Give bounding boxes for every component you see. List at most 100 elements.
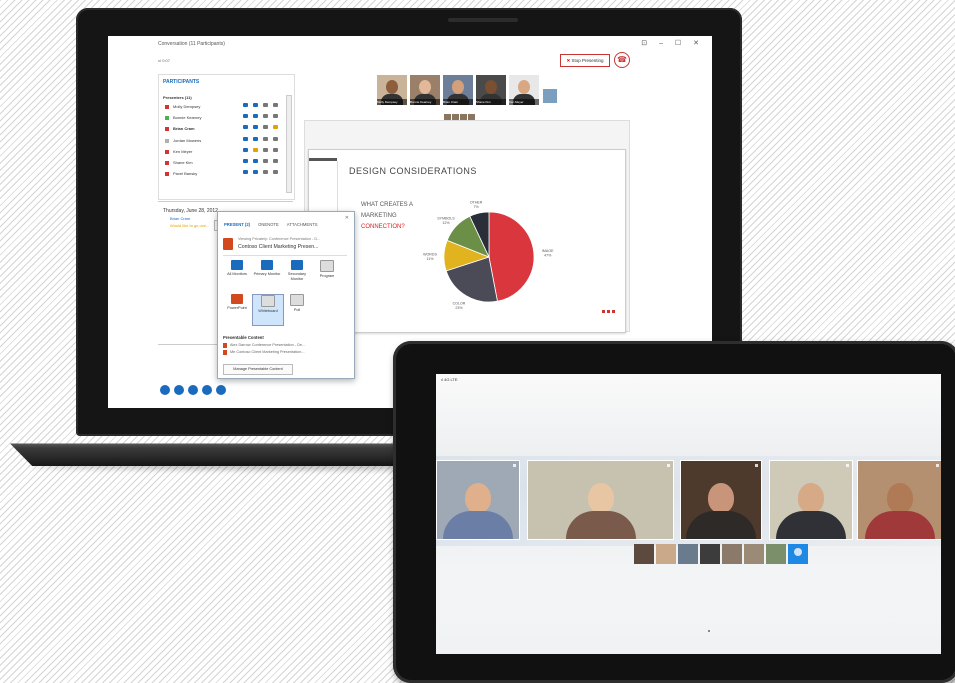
video-thumbnail[interactable]: Shane Kim bbox=[475, 74, 507, 106]
video-thumbnail[interactable]: Molly Dempsey bbox=[376, 74, 408, 106]
roster-thumb[interactable] bbox=[722, 544, 742, 564]
presence-indicator bbox=[165, 116, 169, 121]
share-option-label: Whiteboard bbox=[258, 309, 278, 313]
participant-modality-icons bbox=[243, 125, 287, 131]
pie-value-other: 7% bbox=[474, 205, 480, 209]
video-thumbnail-label: Molly Dempsey bbox=[377, 99, 407, 105]
participant-body bbox=[686, 511, 756, 539]
presence-indicator bbox=[165, 127, 169, 132]
participant-body bbox=[776, 511, 846, 539]
avatar bbox=[452, 80, 464, 94]
avatar bbox=[419, 80, 431, 94]
avatar bbox=[518, 80, 530, 94]
pie-label-color: COLOR bbox=[453, 301, 466, 305]
participant-row[interactable]: Molly Dempsey bbox=[163, 102, 287, 113]
share-option-all-monitors[interactable]: All Monitors bbox=[222, 260, 252, 277]
modality-icon bbox=[243, 158, 248, 163]
participant-name: Molly Dempsey bbox=[173, 104, 201, 109]
viewing-title[interactable]: Contoso Client Marketing Presen... bbox=[238, 244, 318, 250]
share-option-powerpoint[interactable]: PowerPoint bbox=[222, 294, 252, 324]
floor-reflection bbox=[436, 564, 941, 654]
modality-icon bbox=[263, 125, 268, 130]
monitor-icon bbox=[231, 260, 243, 270]
presentable-item[interactable]: Me Contoso Client Marketing Presentation… bbox=[223, 350, 305, 355]
roster-thumb[interactable] bbox=[678, 544, 698, 564]
participant-name: Brian Cram bbox=[173, 126, 195, 132]
tab-onenote[interactable]: ONENOTE bbox=[258, 222, 279, 227]
participant-video bbox=[443, 483, 513, 539]
stop-presenting-label: Stop Presenting bbox=[571, 58, 604, 63]
participant-video bbox=[865, 483, 935, 539]
participants-header: PARTICIPANTS bbox=[163, 79, 200, 85]
video-indicator bbox=[755, 464, 758, 467]
video-indicator bbox=[667, 464, 670, 467]
slide-title: DESIGN CONSIDERATIONS bbox=[349, 166, 477, 176]
video-tile[interactable] bbox=[436, 460, 520, 540]
modality-icon bbox=[263, 103, 268, 107]
modality-icon bbox=[253, 125, 258, 130]
im-icon[interactable] bbox=[160, 385, 170, 395]
share-option-whiteboard[interactable]: Whiteboard bbox=[252, 294, 284, 326]
presentable-item[interactable]: Alex Darrow Conference Presentation - De… bbox=[222, 343, 305, 348]
video-tile[interactable] bbox=[769, 460, 853, 540]
presence-indicator bbox=[165, 149, 169, 154]
video-tile[interactable] bbox=[680, 460, 762, 540]
add-participant-icon[interactable] bbox=[788, 544, 808, 564]
divider bbox=[223, 255, 347, 256]
present-icon[interactable] bbox=[202, 385, 212, 395]
modality-icon bbox=[253, 136, 258, 141]
tab-present[interactable]: PRESENT (2) bbox=[224, 222, 250, 227]
participant-row[interactable]: Pavel Bansky bbox=[163, 169, 287, 180]
self-view-thumb[interactable] bbox=[542, 88, 558, 104]
participant-row[interactable]: Shane Kim bbox=[163, 158, 287, 169]
participant-row[interactable]: Bonnie Kearney bbox=[163, 113, 287, 124]
pie-label-other: OTHER bbox=[470, 200, 483, 204]
video-thumbnail[interactable]: Bonnie Kearney bbox=[409, 74, 441, 106]
video-icon[interactable] bbox=[188, 385, 198, 395]
slide-nav-dots[interactable] bbox=[600, 300, 615, 318]
video-tile[interactable] bbox=[857, 460, 941, 540]
pie-value-symbols: 12% bbox=[442, 221, 450, 225]
call-icon[interactable] bbox=[174, 385, 184, 395]
modality-icon bbox=[253, 114, 258, 119]
share-option-poll[interactable]: Poll bbox=[282, 294, 312, 324]
modality-icon bbox=[263, 158, 268, 163]
pie-chart: IMAGE47% COLOR23% WORDS11% SYMBOLS12% OTHER7… bbox=[423, 200, 554, 310]
participant-row[interactable]: Brian Cram bbox=[163, 124, 287, 135]
pie-value-words: 11% bbox=[427, 257, 435, 261]
roster-thumb[interactable] bbox=[744, 544, 764, 564]
hang-up-icon[interactable]: ☎ bbox=[614, 52, 630, 68]
video-tile[interactable] bbox=[527, 460, 674, 540]
participant-head bbox=[465, 483, 491, 513]
stop-presenting-button[interactable]: ✕ Stop Presenting bbox=[560, 54, 610, 67]
chat-sender: Brian Cram bbox=[170, 216, 191, 221]
share-option-primary-monitor[interactable]: Primary Monitor bbox=[252, 260, 282, 277]
video-thumbnail[interactable]: Brian Cram bbox=[442, 74, 474, 106]
pie-label-symbols: SYMBOLS bbox=[437, 216, 455, 220]
manage-content-button[interactable]: Manage Presentable Content bbox=[223, 364, 293, 375]
close-icon[interactable]: ✕ bbox=[345, 215, 349, 221]
participant-row[interactable]: Ken Meyer bbox=[163, 147, 287, 158]
share-content-popup: PRESENT (2) ONENOTE ATTACHMENTS ✕ Viewing … bbox=[217, 211, 355, 379]
conversation-toolbar bbox=[160, 382, 230, 400]
participants-scrollbar[interactable] bbox=[286, 95, 292, 193]
roster-thumb[interactable] bbox=[766, 544, 786, 564]
monitor-icon bbox=[291, 260, 303, 270]
share-option-secondary-monitor[interactable]: Secondary Monitor bbox=[282, 260, 312, 282]
roster-thumb[interactable] bbox=[634, 544, 654, 564]
tab-attachments[interactable]: ATTACHMENTS bbox=[287, 222, 318, 227]
presence-indicator bbox=[165, 105, 169, 109]
share-option-program[interactable]: Program bbox=[312, 260, 342, 279]
participant-row[interactable]: Jordan Mowens bbox=[163, 136, 287, 147]
modality-icon bbox=[253, 170, 258, 175]
people-icon[interactable] bbox=[216, 385, 226, 395]
participant-body bbox=[443, 511, 513, 539]
window-controls[interactable]: ⊡ – ☐ ✕ bbox=[641, 39, 704, 47]
participant-name: Jordan Mowens bbox=[173, 137, 202, 143]
video-thumbnail[interactable]: Ken Meyer bbox=[508, 74, 540, 106]
participant-modality-icons bbox=[243, 158, 287, 165]
roster-thumb[interactable] bbox=[700, 544, 720, 564]
monitor-icon bbox=[320, 260, 334, 272]
participant-video bbox=[776, 483, 846, 539]
roster-thumb[interactable] bbox=[656, 544, 676, 564]
